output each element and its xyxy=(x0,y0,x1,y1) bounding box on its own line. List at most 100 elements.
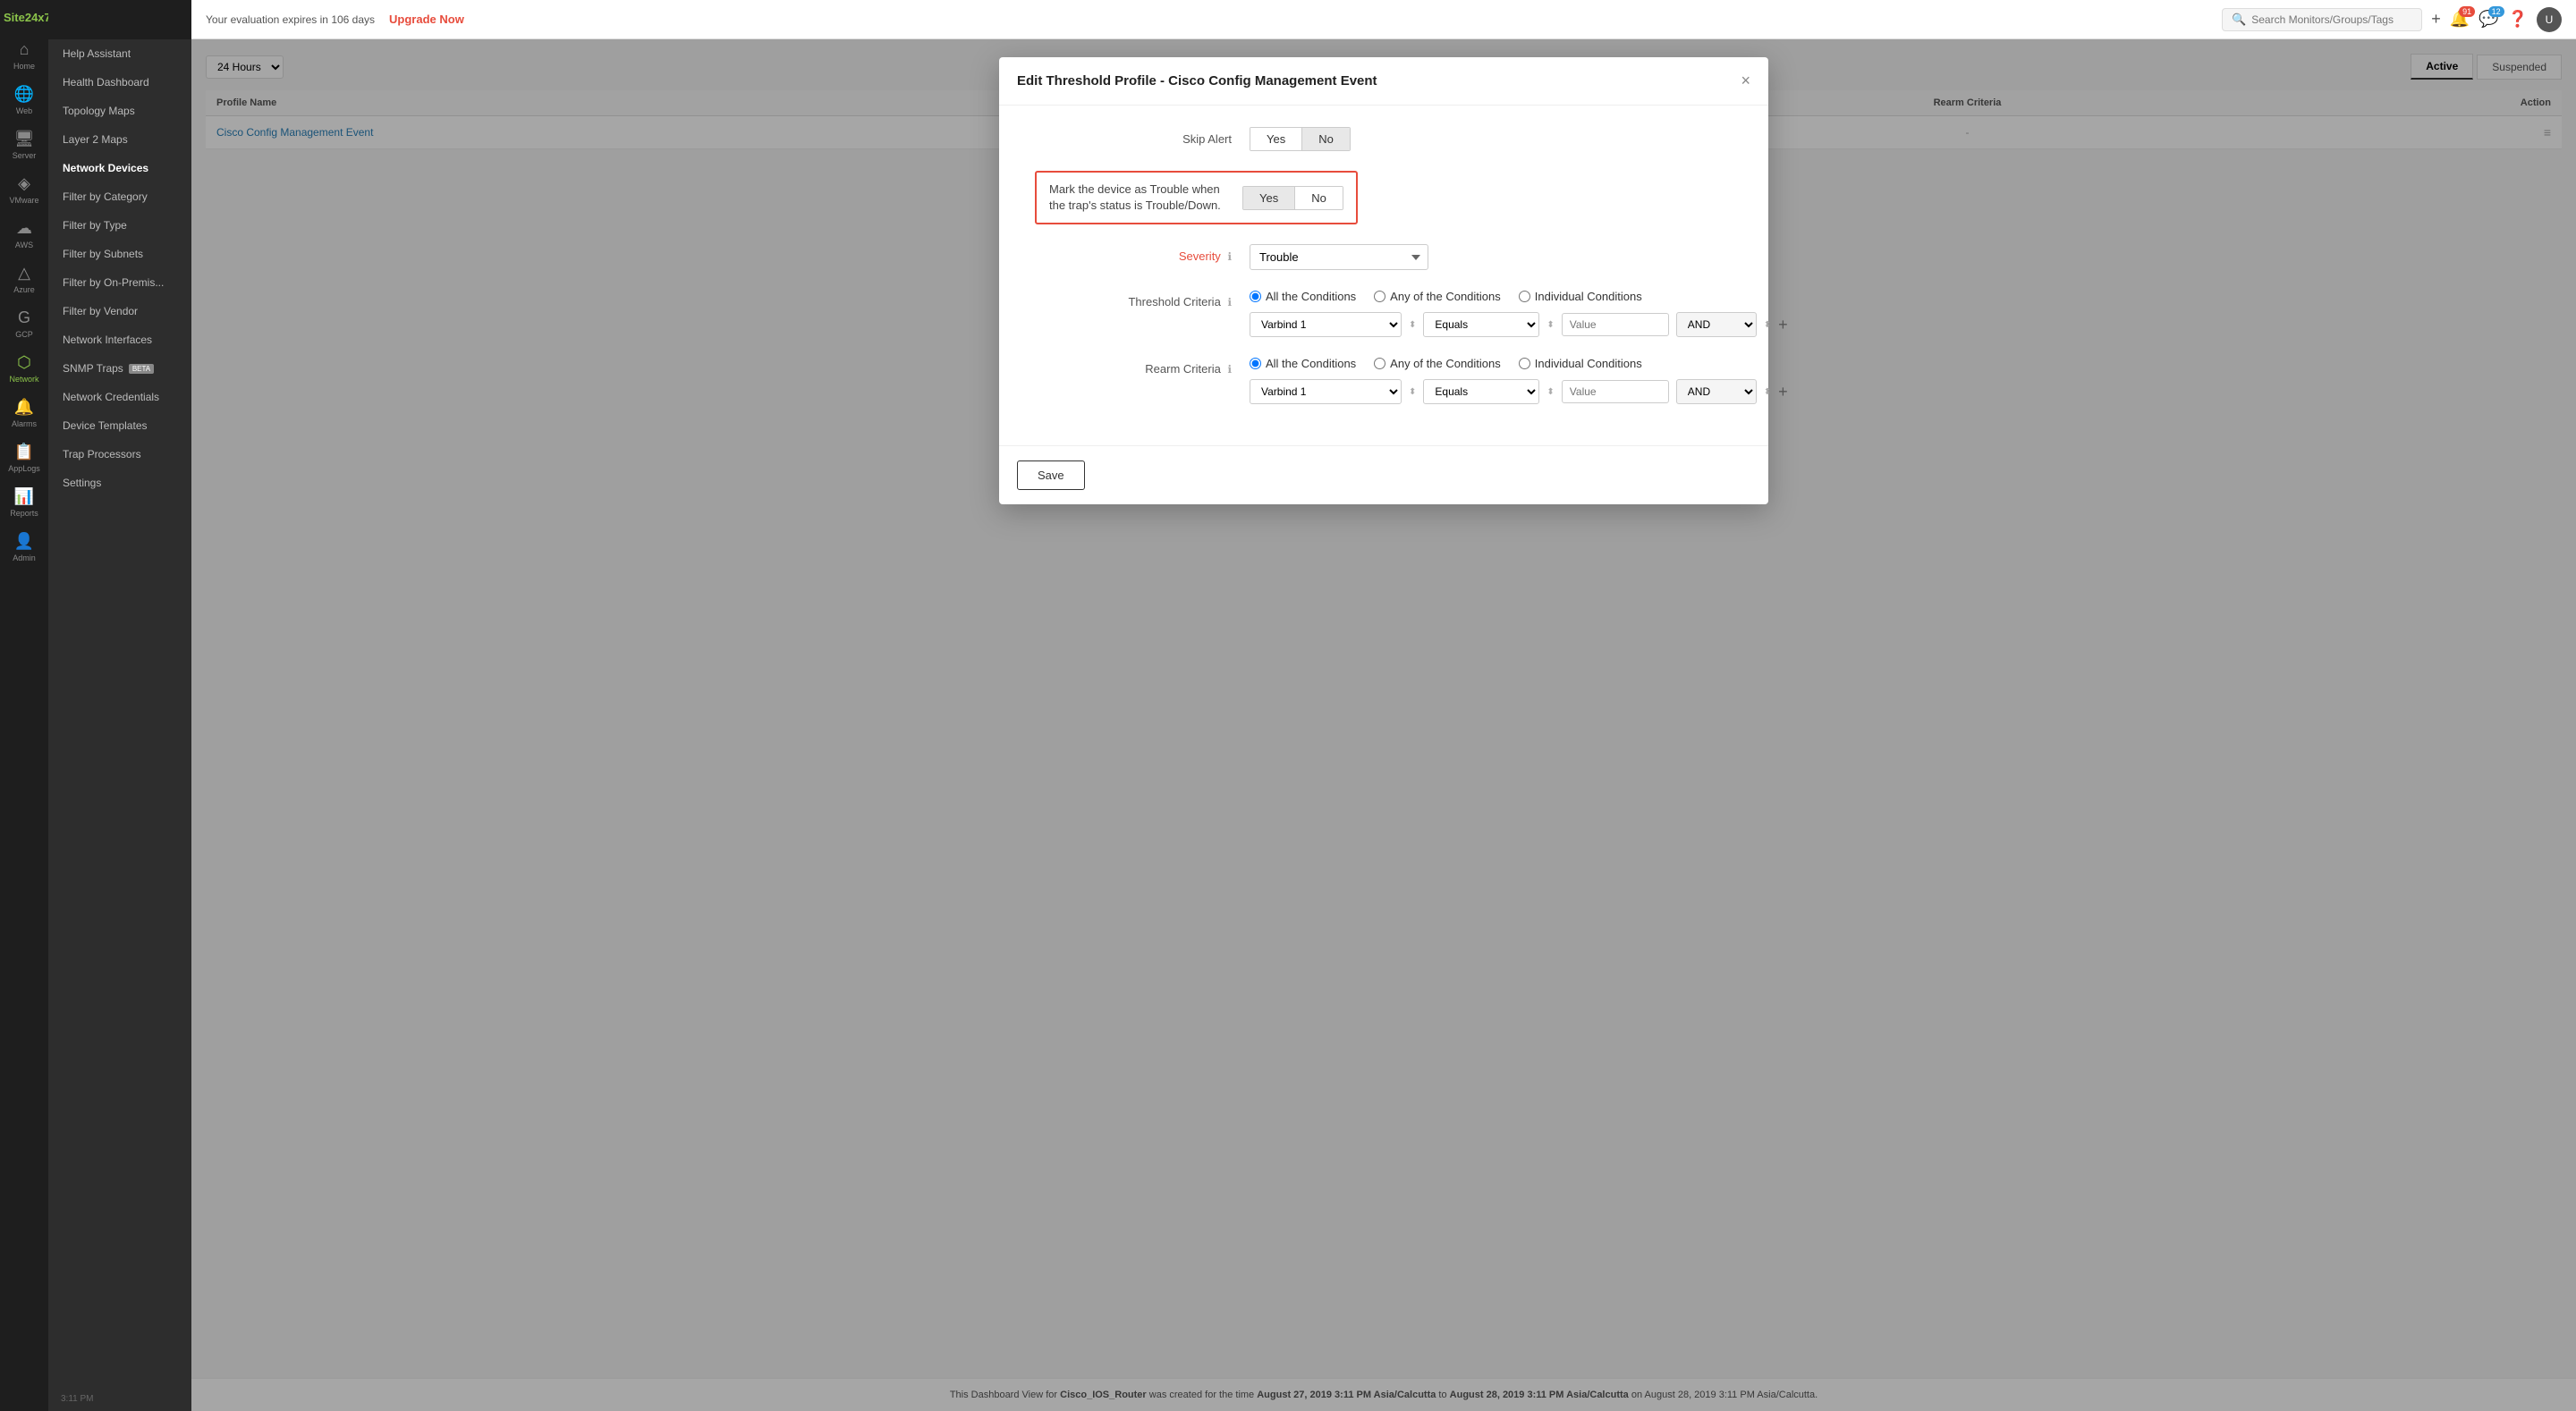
sidebar: Help Assistant Health Dashboard Topology… xyxy=(48,0,191,1411)
severity-control: Trouble Critical Warning Down xyxy=(1250,244,1733,270)
beta-badge: BETA xyxy=(129,364,154,374)
search-icon: 🔍 xyxy=(2232,13,2246,27)
rearm-equals-select[interactable]: Equals xyxy=(1423,379,1539,404)
time-display: 3:11 PM xyxy=(48,1387,191,1411)
severity-select[interactable]: Trouble Critical Warning Down xyxy=(1250,244,1428,270)
threshold-radio-group: All the Conditions Any of the Conditions… xyxy=(1250,290,1788,303)
web-icon: 🌐 xyxy=(14,85,34,104)
skip-alert-yes[interactable]: Yes xyxy=(1250,128,1301,150)
mark-device-toggle: Yes No xyxy=(1242,186,1343,210)
rearm-equals-stepper: ⬍ xyxy=(1546,387,1554,397)
rearm-connector-stepper: ⬍ xyxy=(1764,387,1771,397)
sidebar-item-layer2[interactable]: Layer 2 Maps xyxy=(48,125,191,154)
rearm-criteria-row: Rearm Criteria ℹ All the Conditions Any … xyxy=(1035,357,1733,404)
icon-bar-item-web[interactable]: 🌐 Web xyxy=(0,76,48,121)
icon-bar-item-reports[interactable]: 📊 Reports xyxy=(0,478,48,523)
icon-bar-item-server[interactable]: 🖥 Server xyxy=(0,121,48,165)
rearm-value-input[interactable] xyxy=(1562,380,1669,403)
icon-bar-item-aws[interactable]: ☁ AWS xyxy=(0,210,48,255)
threshold-radio-all[interactable]: All the Conditions xyxy=(1250,290,1356,303)
alarms-icon: 🔔 xyxy=(14,398,34,417)
gcp-icon: G xyxy=(18,308,30,327)
icon-bar-item-azure[interactable]: △ Azure xyxy=(0,255,48,300)
icon-bar-item-home[interactable]: ⌂ Home xyxy=(0,31,48,76)
threshold-radio-any[interactable]: Any of the Conditions xyxy=(1374,290,1501,303)
sidebar-item-topology[interactable]: Topology Maps xyxy=(48,97,191,125)
rearm-radio-all[interactable]: All the Conditions xyxy=(1250,357,1356,370)
reports-icon: 📊 xyxy=(14,487,34,506)
rearm-add-button[interactable]: + xyxy=(1778,383,1788,401)
sidebar-item-network-interfaces[interactable]: Network Interfaces xyxy=(48,325,191,354)
search-input[interactable] xyxy=(2251,13,2412,26)
search-bar[interactable]: 🔍 xyxy=(2222,8,2422,31)
threshold-value-input[interactable] xyxy=(1562,313,1669,336)
sidebar-item-snmp-traps[interactable]: SNMP Traps BETA xyxy=(48,354,191,383)
topbar: Your evaluation expires in 106 days Upgr… xyxy=(191,0,2576,39)
mark-device-no[interactable]: No xyxy=(1294,187,1343,209)
network-icon: ⬡ xyxy=(17,353,31,372)
icon-bar-item-network[interactable]: ⬡ Network xyxy=(0,344,48,389)
sidebar-item-filter-type[interactable]: Filter by Type xyxy=(48,211,191,240)
skip-alert-label: Skip Alert xyxy=(1035,127,1232,146)
mark-device-yes[interactable]: Yes xyxy=(1243,187,1294,209)
help-icon[interactable]: ❓ xyxy=(2508,10,2528,29)
rearm-radio-individual[interactable]: Individual Conditions xyxy=(1519,357,1642,370)
message-icon-btn[interactable]: 💬 12 xyxy=(2479,10,2498,29)
rearm-varbind-select[interactable]: Varbind 1 xyxy=(1250,379,1402,404)
rearm-criteria-inputs: Varbind 1 ⬍ Equals ⬍ AND OR xyxy=(1250,379,1788,404)
mark-device-row: Mark the device as Trouble when the trap… xyxy=(1035,171,1733,224)
applogs-icon: 📋 xyxy=(14,443,34,461)
skip-alert-control: Yes No xyxy=(1250,127,1733,151)
sidebar-item-network-devices[interactable]: Network Devices xyxy=(48,154,191,182)
threshold-equals-select[interactable]: Equals xyxy=(1423,312,1539,337)
save-button[interactable]: Save xyxy=(1017,460,1085,490)
topbar-right: 🔍 + 🔔 91 💬 12 ❓ U xyxy=(2222,7,2562,32)
threshold-radio-individual[interactable]: Individual Conditions xyxy=(1519,290,1642,303)
skip-alert-no[interactable]: No xyxy=(1301,128,1350,150)
modal-title: Edit Threshold Profile - Cisco Config Ma… xyxy=(1017,73,1377,89)
rearm-criteria-info-icon[interactable]: ℹ xyxy=(1227,363,1232,376)
threshold-connector-select[interactable]: AND OR xyxy=(1676,312,1757,337)
modal-close-button[interactable]: × xyxy=(1741,72,1750,90)
eval-text: Your evaluation expires in 106 days xyxy=(206,13,375,26)
edit-threshold-modal: Edit Threshold Profile - Cisco Config Ma… xyxy=(999,57,1768,504)
notification-bell[interactable]: 🔔 91 xyxy=(2450,10,2470,29)
avatar[interactable]: U xyxy=(2537,7,2562,32)
upgrade-link[interactable]: Upgrade Now xyxy=(389,13,464,26)
rearm-radio-any[interactable]: Any of the Conditions xyxy=(1374,357,1501,370)
icon-bar-item-gcp[interactable]: G GCP xyxy=(0,300,48,344)
aws-icon: ☁ xyxy=(16,219,32,238)
sidebar-item-health[interactable]: Health Dashboard xyxy=(48,68,191,97)
sidebar-item-filter-category[interactable]: Filter by Category xyxy=(48,182,191,211)
severity-label: Severity ℹ xyxy=(1035,244,1232,263)
sidebar-item-help[interactable]: Help Assistant xyxy=(48,39,191,68)
rearm-connector-select[interactable]: AND OR xyxy=(1676,379,1757,404)
sidebar-item-filter-vendor[interactable]: Filter by Vendor xyxy=(48,297,191,325)
threshold-add-button[interactable]: + xyxy=(1778,316,1788,334)
skip-alert-toggle: Yes No xyxy=(1250,127,1351,151)
sidebar-item-filter-subnets[interactable]: Filter by Subnets xyxy=(48,240,191,268)
threshold-varbind-select[interactable]: Varbind 1 xyxy=(1250,312,1402,337)
sidebar-item-network-cred[interactable]: Network Credentials xyxy=(48,383,191,411)
threshold-equals-stepper: ⬍ xyxy=(1546,320,1554,330)
icon-bar-item-vmware[interactable]: ◈ VMware xyxy=(0,165,48,210)
icon-bar-item-admin[interactable]: 👤 Admin xyxy=(0,523,48,568)
threshold-criteria-control: All the Conditions Any of the Conditions… xyxy=(1250,290,1788,337)
server-icon: 🖥 xyxy=(14,130,35,148)
sidebar-item-settings[interactable]: Settings xyxy=(48,469,191,497)
severity-row: Severity ℹ Trouble Critical Warning Down xyxy=(1035,244,1733,270)
sidebar-item-filter-onprem[interactable]: Filter by On-Premis... xyxy=(48,268,191,297)
icon-bar: Site24x7 ⌂ Home 🌐 Web 🖥 Server ◈ VMware … xyxy=(0,0,48,1411)
sidebar-item-trap-processors[interactable]: Trap Processors xyxy=(48,440,191,469)
main-area: Your evaluation expires in 106 days Upgr… xyxy=(191,0,2576,1411)
icon-bar-item-alarms[interactable]: 🔔 Alarms xyxy=(0,389,48,434)
severity-info-icon[interactable]: ℹ xyxy=(1227,250,1232,263)
add-icon[interactable]: + xyxy=(2431,10,2441,29)
notification-count: 91 xyxy=(2459,6,2475,17)
sidebar-item-device-templates[interactable]: Device Templates xyxy=(48,411,191,440)
rearm-criteria-label: Rearm Criteria ℹ xyxy=(1035,357,1232,376)
threshold-criteria-info-icon[interactable]: ℹ xyxy=(1227,296,1232,308)
rearm-radio-group: All the Conditions Any of the Conditions… xyxy=(1250,357,1788,370)
icon-bar-item-applogs[interactable]: 📋 AppLogs xyxy=(0,434,48,478)
threshold-varbind-stepper: ⬍ xyxy=(1409,320,1416,330)
